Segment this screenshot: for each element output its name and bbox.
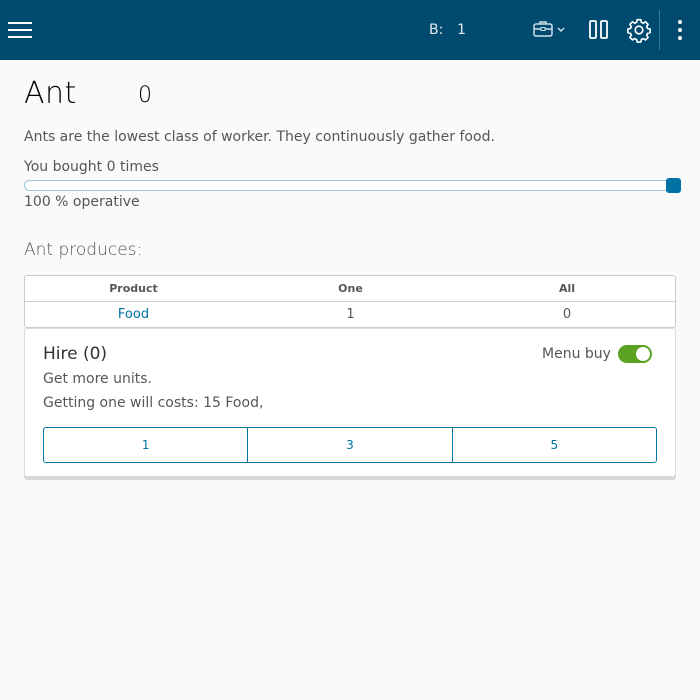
page-title: Ant [24, 76, 77, 111]
column-header-one: One [242, 276, 459, 302]
menu-buy-toggle[interactable] [618, 345, 652, 363]
columns-icon[interactable] [588, 18, 610, 42]
hire-3-button[interactable]: 3 [248, 428, 453, 462]
hire-button-group: 1 3 5 [43, 427, 657, 463]
bought-text: You bought 0 times [24, 159, 159, 175]
table-row: Food 1 0 [25, 302, 675, 327]
hire-cost: Getting one will costs: 15 Food, [43, 395, 264, 411]
cell-all: 0 [562, 307, 572, 322]
menu-buy-label: Menu buy [542, 346, 611, 362]
column-header-product: Product [25, 276, 242, 302]
operative-text: 100 % operative [24, 194, 140, 210]
cell-one: 1 [346, 307, 355, 322]
hire-description: Get more units. [43, 371, 152, 387]
unit-description: Ants are the lowest class of worker. The… [24, 129, 495, 145]
toolbox-icon[interactable] [532, 18, 568, 42]
b-value: 1 [457, 22, 466, 38]
gear-icon[interactable] [626, 17, 652, 43]
app-header: B: 1 [0, 0, 700, 60]
header-divider [659, 10, 660, 50]
hire-1-button[interactable]: 1 [44, 428, 249, 462]
product-link[interactable]: Food [25, 302, 242, 327]
b-label: B: [429, 22, 444, 38]
produces-table: Product One All Food 1 0 [24, 275, 676, 328]
more-vertical-icon[interactable] [672, 18, 688, 42]
hire-title: Hire (0) [43, 344, 108, 364]
table-header-row: Product One All [25, 276, 675, 302]
toggle-knob [636, 347, 650, 361]
hire-5-button[interactable]: 5 [452, 428, 656, 462]
operative-slider[interactable] [24, 180, 678, 191]
menu-icon[interactable] [8, 19, 32, 41]
unit-count: 0 [138, 83, 152, 108]
operative-slider-handle[interactable] [666, 178, 681, 193]
produces-heading: Ant produces: [24, 240, 143, 260]
column-header-all: All [459, 276, 675, 302]
hire-card: Hire (0) Menu buy Get more units. Gettin… [24, 328, 676, 477]
